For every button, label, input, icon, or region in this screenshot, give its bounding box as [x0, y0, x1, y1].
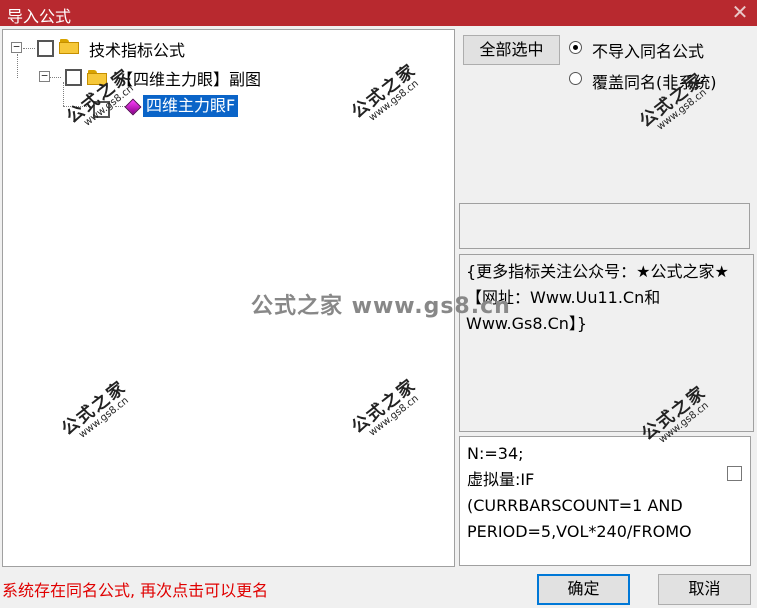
formula-preview-box[interactable]: N:=34; 虚拟量:IF (CURRBARSCOUNT=1 AND PERIO…: [459, 436, 751, 566]
formula-preview-text: N:=34; 虚拟量:IF (CURRBARSCOUNT=1 AND PERIO…: [467, 444, 692, 541]
radio-skip-duplicates[interactable]: [569, 41, 582, 54]
radio-overwrite-label[interactable]: 覆盖同名(非系统): [592, 69, 717, 93]
radio-skip-label[interactable]: 不导入同名公式: [592, 38, 704, 62]
tree-node-group-label[interactable]: 【四维主力眼】副图: [117, 66, 261, 90]
tree-checkbox-leaf[interactable]: [93, 101, 110, 118]
status-message: 系统存在同名公式, 再次点击可以更名: [2, 581, 269, 600]
folder-icon: [59, 39, 79, 54]
select-all-button[interactable]: 全部选中: [463, 35, 560, 65]
tree-checkbox-root[interactable]: [37, 40, 54, 57]
formula-option-checkbox[interactable]: [727, 466, 742, 481]
tree-expander-group[interactable]: −: [39, 70, 50, 82]
description-text: {更多指标关注公众号：★公式之家★【网址：Www.Uu11.Cn和Www.Gs8…: [466, 262, 729, 333]
tree-expander-root[interactable]: −: [11, 41, 22, 53]
folder-icon: [87, 70, 107, 85]
tree-connector: [23, 48, 35, 49]
ok-button[interactable]: 确定: [537, 574, 630, 605]
window-title: 导入公式: [7, 7, 72, 26]
tree-checkbox-group[interactable]: [65, 69, 82, 86]
radio-overwrite-duplicates[interactable]: [569, 72, 582, 85]
close-icon[interactable]: ✕: [729, 0, 751, 24]
tree-node-root-label[interactable]: 技术指标公式: [89, 37, 185, 61]
tree-connector: [63, 82, 64, 106]
formula-gem-icon: [124, 98, 142, 116]
formula-tree-panel[interactable]: − 技术指标公式 − 【四维主力眼】副图 四维主力眼F: [2, 29, 455, 567]
description-box: {更多指标关注公众号：★公式之家★【网址：Www.Uu11.Cn和Www.Gs8…: [459, 254, 754, 432]
tree-connector: [17, 54, 18, 78]
tree-connector: [63, 106, 91, 107]
title-bar: 导入公式 ✕: [0, 0, 757, 26]
cancel-button[interactable]: 取消: [658, 574, 751, 605]
tree-node-leaf-label[interactable]: 四维主力眼F: [143, 95, 239, 117]
empty-info-box: [459, 203, 750, 249]
